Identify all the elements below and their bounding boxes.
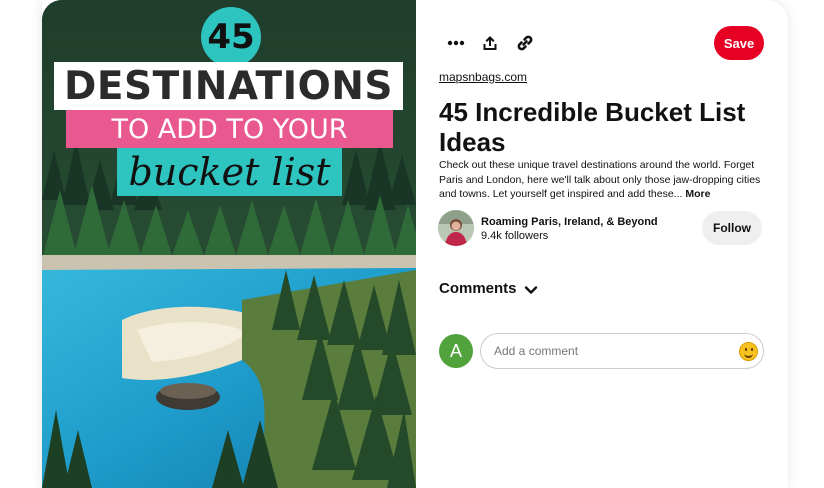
comments-heading[interactable]: Comments: [439, 280, 517, 297]
link-icon: [517, 35, 533, 51]
user-avatar[interactable]: A: [439, 334, 473, 368]
overlay-line-destinations: DESTINATIONS: [54, 62, 403, 110]
overlay-number: 45: [201, 7, 261, 67]
emoji-eye: [745, 348, 747, 351]
emoji-eye: [751, 348, 753, 351]
more-options-button[interactable]: [440, 27, 472, 59]
emoji-icon[interactable]: [739, 342, 758, 361]
save-button[interactable]: Save: [714, 26, 764, 60]
pin-details-panel: Save mapsnbags.com 45 Incredible Bucket …: [438, 0, 768, 488]
pin-card: 45 DESTINATIONS TO ADD TO YOUR bucket li…: [42, 0, 788, 488]
chevron-down-icon[interactable]: [524, 283, 538, 297]
emoji-mouth: [744, 352, 753, 358]
pin-description-text: Check out these unique travel destinatio…: [439, 159, 761, 200]
comment-input[interactable]: [494, 342, 714, 360]
comment-box[interactable]: [480, 333, 764, 369]
source-link[interactable]: mapsnbags.com: [439, 70, 527, 84]
more-link[interactable]: More: [685, 188, 710, 200]
pin-image[interactable]: 45 DESTINATIONS TO ADD TO YOUR bucket li…: [42, 0, 416, 488]
share-icon: [483, 36, 497, 50]
creator-avatar[interactable]: [438, 210, 474, 246]
overlay-line-add: TO ADD TO YOUR: [66, 110, 393, 148]
share-button[interactable]: [474, 27, 506, 59]
pin-image-text-overlay: 45 DESTINATIONS TO ADD TO YOUR bucket li…: [42, 0, 416, 210]
follow-button[interactable]: Follow: [702, 211, 762, 245]
creator-followers: 9.4k followers: [481, 230, 549, 242]
pin-description: Check out these unique travel destinatio…: [439, 158, 765, 202]
copy-link-button[interactable]: [509, 27, 541, 59]
creator-name[interactable]: Roaming Paris, Ireland, & Beyond: [481, 216, 658, 228]
pin-title: 45 Incredible Bucket List Ideas: [439, 97, 746, 157]
overlay-line-bucket-list: bucket list: [117, 148, 342, 196]
more-options-icon: [447, 40, 465, 46]
creator-photo: [438, 210, 474, 246]
